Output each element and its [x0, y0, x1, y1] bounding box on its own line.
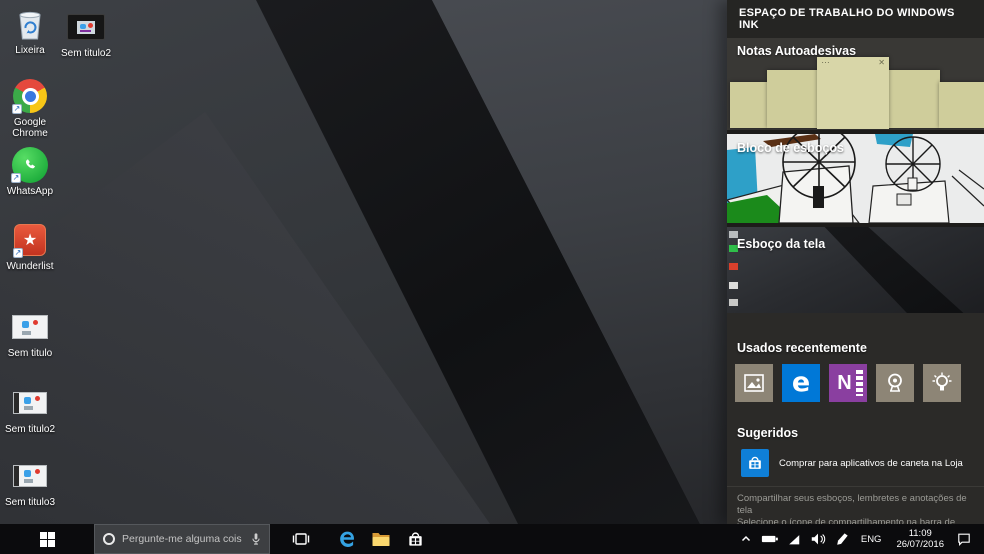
recycle-bin-icon: [13, 5, 47, 43]
pen-icon: [837, 533, 848, 545]
panel-title: ESPAÇO DE TRABALHO DO WINDOWS INK: [739, 7, 955, 31]
edge-icon: e: [791, 367, 811, 398]
screen-sketch-section[interactable]: Esboço da tela: [727, 227, 984, 313]
desktop-icon-label: Sem titulo2: [4, 424, 56, 435]
sticky-note: [767, 70, 818, 128]
battery-icon: [761, 535, 778, 543]
windows-ink-workspace-panel: ESPAÇO DE TRABALHO DO WINDOWS INK Notas …: [727, 0, 984, 540]
microphone-icon[interactable]: [249, 531, 263, 547]
desktop-icon-label: Sem titulo: [7, 348, 53, 359]
cortana-icon: [103, 533, 115, 545]
mini-desktop-icon: [729, 263, 738, 270]
panel-header: ESPAÇO DE TRABALHO DO WINDOWS INK: [727, 0, 984, 38]
onenote-icon: N: [837, 371, 852, 394]
folder-icon: [372, 533, 390, 546]
clock[interactable]: 11:09 26/07/2016: [890, 528, 950, 550]
language-indicator[interactable]: ENG: [856, 534, 887, 545]
store-bag-icon: [408, 531, 422, 546]
shortcut-arrow-icon: ↗: [12, 104, 22, 114]
desktop-icon-image-file-1[interactable]: Sem titulo: [0, 308, 60, 359]
desktop-icon-whatsapp[interactable]: ↗ WhatsApp: [0, 146, 60, 197]
desktop-icon-recycle-bin[interactable]: Lixeira: [0, 5, 60, 56]
suggested-label: Sugeridos: [737, 426, 799, 440]
desktop-icon-label: Lixeira: [15, 45, 45, 56]
store-tile: [741, 449, 769, 477]
store-suggestion-item[interactable]: Comprar para aplicativos de caneta na Lo…: [741, 449, 974, 477]
action-center-button[interactable]: [954, 524, 974, 554]
chevron-up-icon: [741, 535, 750, 542]
store-bag-icon: [749, 456, 761, 469]
desktop-icon-google-chrome[interactable]: ↗ Google Chrome: [0, 77, 60, 139]
whatsapp-icon: ↗: [11, 146, 48, 184]
image-file-icon: [13, 384, 47, 422]
image-file-icon: [12, 308, 48, 346]
screen-sketch-label: Esboço da tela: [737, 237, 826, 251]
suggestion-text: Comprar para aplicativos de caneta na Lo…: [779, 457, 963, 469]
sticky-note: [888, 70, 940, 128]
sticky-notes-label: Notas Autoadesivas: [737, 44, 857, 58]
sketchpad-label: Bloco de esboços: [737, 141, 844, 155]
action-center-icon: [958, 533, 970, 546]
desktop-icon-label: Sem titulo2: [60, 48, 112, 59]
sticky-note-active: … ✕: [817, 55, 889, 129]
mini-desktop-icon: [729, 282, 738, 289]
edge-icon: [339, 531, 354, 547]
onenote-strip: [856, 370, 863, 396]
search-input[interactable]: [122, 533, 242, 545]
windows-desktop-screen: Lixeira Sem titulo2 ↗ Google Chrome ↗ Wh…: [0, 0, 984, 554]
mini-desktop-icon: [729, 299, 738, 306]
show-hidden-icons-button[interactable]: [736, 524, 756, 554]
desktop-icon-media-file[interactable]: Sem titulo2: [56, 8, 116, 59]
cortana-search-box[interactable]: [94, 524, 270, 554]
wifi-signal-icon: [789, 534, 800, 544]
photos-app-tile[interactable]: [735, 364, 773, 402]
tips-app-tile[interactable]: [923, 364, 961, 402]
camera-icon: [888, 373, 902, 392]
note-close-icon: ✕: [878, 58, 885, 67]
start-button[interactable]: [0, 524, 94, 554]
image-file-icon: [13, 457, 47, 495]
task-view-icon: [292, 533, 310, 545]
desktop-icon-wunderlist[interactable]: ★ ↗ Wunderlist: [0, 221, 60, 272]
chrome-icon: ↗: [12, 77, 47, 115]
task-view-button[interactable]: [284, 524, 318, 554]
windows-logo-icon: [39, 531, 55, 547]
sticky-note: [939, 82, 984, 128]
camera-app-tile[interactable]: [876, 364, 914, 402]
desktop-icon-label: Google Chrome: [12, 117, 48, 139]
desktop-icon-label: WhatsApp: [6, 186, 54, 197]
note-menu-icon: …: [821, 55, 831, 65]
store-taskbar-button[interactable]: [398, 524, 432, 554]
footer-line-1: Compartilhar seus esboços, lembretes e a…: [737, 493, 967, 516]
taskbar: ENG 11:09 26/07/2016: [0, 524, 984, 554]
desktop-icon-image-file-2[interactable]: Sem titulo2: [0, 384, 60, 435]
recent-label: Usados recentemente: [737, 341, 867, 355]
onenote-app-tile[interactable]: N: [829, 364, 867, 402]
lightbulb-icon: [932, 372, 952, 391]
time: 11:09: [908, 528, 932, 539]
date: 26/07/2016: [896, 539, 944, 550]
desktop-icon-label: Sem titulo3: [4, 497, 56, 508]
battery-status-button[interactable]: [760, 524, 780, 554]
edge-app-tile[interactable]: e: [782, 364, 820, 402]
windows-ink-workspace-button[interactable]: [832, 524, 852, 554]
recent-apps-row: e N: [735, 364, 961, 402]
wunderlist-icon: ★ ↗: [13, 221, 46, 259]
sticky-notes-section[interactable]: Notas Autoadesivas … ✕: [727, 38, 984, 130]
photos-icon: [744, 374, 764, 392]
media-file-icon: [67, 8, 105, 46]
speaker-icon: [811, 533, 826, 545]
sticky-note: [730, 82, 768, 128]
network-status-button[interactable]: [784, 524, 804, 554]
volume-button[interactable]: [808, 524, 828, 554]
edge-taskbar-button[interactable]: [330, 524, 364, 554]
desktop-icon-image-file-3[interactable]: Sem titulo3: [0, 457, 60, 508]
system-tray: ENG 11:09 26/07/2016: [736, 524, 984, 554]
sketchpad-section[interactable]: Bloco de esboços: [727, 134, 984, 223]
shortcut-arrow-icon: ↗: [11, 173, 21, 183]
file-explorer-button[interactable]: [364, 524, 398, 554]
shortcut-arrow-icon: ↗: [13, 248, 23, 258]
desktop-icon-label: Wunderlist: [6, 261, 54, 272]
